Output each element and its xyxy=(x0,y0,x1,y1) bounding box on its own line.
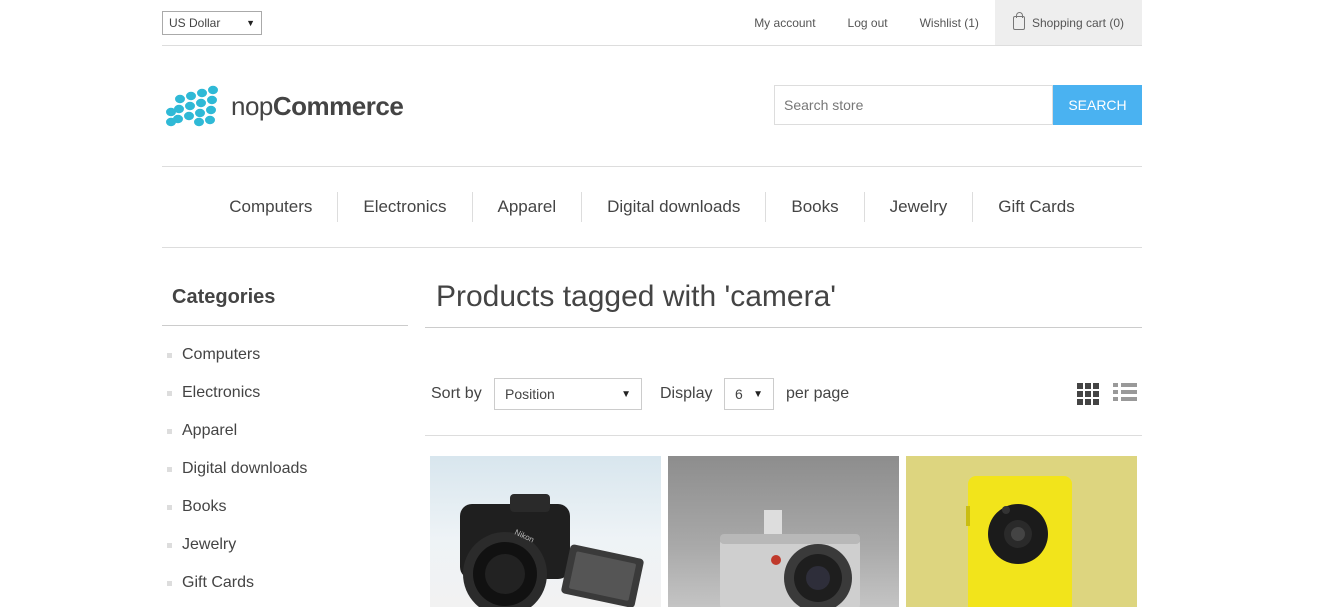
product-toolbar: Sort by Position ▼ Display 6 ▼ per page xyxy=(425,358,1142,436)
menu-item-digital-downloads[interactable]: Digital downloads xyxy=(581,192,765,222)
category-item-gift-cards[interactable]: Gift Cards xyxy=(162,564,408,602)
page-size-select[interactable]: 6 ▼ xyxy=(724,378,774,410)
search-box: Search store SEARCH xyxy=(774,85,1142,125)
category-item-electronics[interactable]: Electronics xyxy=(162,374,408,412)
currency-selector[interactable]: US Dollar ▼ xyxy=(162,11,262,35)
list-view-icon[interactable] xyxy=(1113,383,1137,405)
menu-item-books[interactable]: Books xyxy=(765,192,863,222)
menu-item-electronics[interactable]: Electronics xyxy=(337,192,471,222)
category-item-apparel[interactable]: Apparel xyxy=(162,412,408,450)
log-out-link[interactable]: Log out xyxy=(832,0,904,45)
header-links: My account Log out Wishlist (1) Shopping… xyxy=(738,0,1142,45)
logo-text-light: nop xyxy=(231,90,273,121)
page-size-selected: 6 xyxy=(735,386,743,402)
chevron-down-icon: ▼ xyxy=(246,18,255,28)
menu-item-apparel[interactable]: Apparel xyxy=(471,192,582,222)
grid-view-icon[interactable] xyxy=(1077,383,1099,405)
shopping-cart-label: Shopping cart (0) xyxy=(1031,15,1124,30)
product-image-dslr-camera[interactable]: Nikon xyxy=(430,456,661,607)
sort-select[interactable]: Position ▼ xyxy=(494,378,642,410)
menu-item-gift-cards[interactable]: Gift Cards xyxy=(972,192,1100,222)
currency-selected: US Dollar xyxy=(169,16,221,30)
category-item-jewelry[interactable]: Jewelry xyxy=(162,526,408,564)
logo-text-bold: Commerce xyxy=(272,90,404,121)
mirrorless-camera-image xyxy=(720,510,860,607)
menu-item-jewelry[interactable]: Jewelry xyxy=(863,192,973,222)
sort-label: Sort by xyxy=(431,385,482,402)
per-page-label: per page xyxy=(786,385,850,402)
category-item-digital-downloads[interactable]: Digital downloads xyxy=(162,450,408,488)
shopping-bag-icon xyxy=(1012,11,1025,30)
logo-dots-icon xyxy=(166,85,218,127)
header-links-bar: US Dollar ▼ My account Log out Wishlist … xyxy=(162,0,1142,46)
my-account-link[interactable]: My account xyxy=(738,0,831,45)
dslr-camera-image: Nikon xyxy=(460,494,644,607)
search-input[interactable]: Search store xyxy=(774,85,1053,125)
product-image-mirrorless-camera[interactable] xyxy=(668,456,899,607)
search-button[interactable]: SEARCH xyxy=(1053,85,1142,125)
wishlist-link[interactable]: Wishlist (1) xyxy=(904,0,995,45)
top-menu: Computers Electronics Apparel Digital do… xyxy=(162,166,1142,248)
sort-selected: Position xyxy=(505,386,555,402)
store-logo[interactable]: nopCommerce xyxy=(165,85,404,127)
product-grid: Nikon xyxy=(430,456,1137,607)
chevron-down-icon: ▼ xyxy=(753,388,763,400)
yellow-phone-image xyxy=(966,476,1072,607)
logo-text: nopCommerce xyxy=(231,90,404,122)
menu-item-computers[interactable]: Computers xyxy=(204,192,337,222)
display-label: Display xyxy=(660,385,713,402)
page-title: Products tagged with 'camera' xyxy=(425,280,1142,328)
categories-list: Computers Electronics Apparel Digital do… xyxy=(162,336,408,602)
categories-title: Categories xyxy=(162,286,408,326)
product-image-phone-camera[interactable] xyxy=(906,456,1137,607)
category-item-computers[interactable]: Computers xyxy=(162,336,408,374)
shopping-cart-link[interactable]: Shopping cart (0) xyxy=(994,0,1142,45)
chevron-down-icon: ▼ xyxy=(621,388,631,400)
category-item-books[interactable]: Books xyxy=(162,488,408,526)
